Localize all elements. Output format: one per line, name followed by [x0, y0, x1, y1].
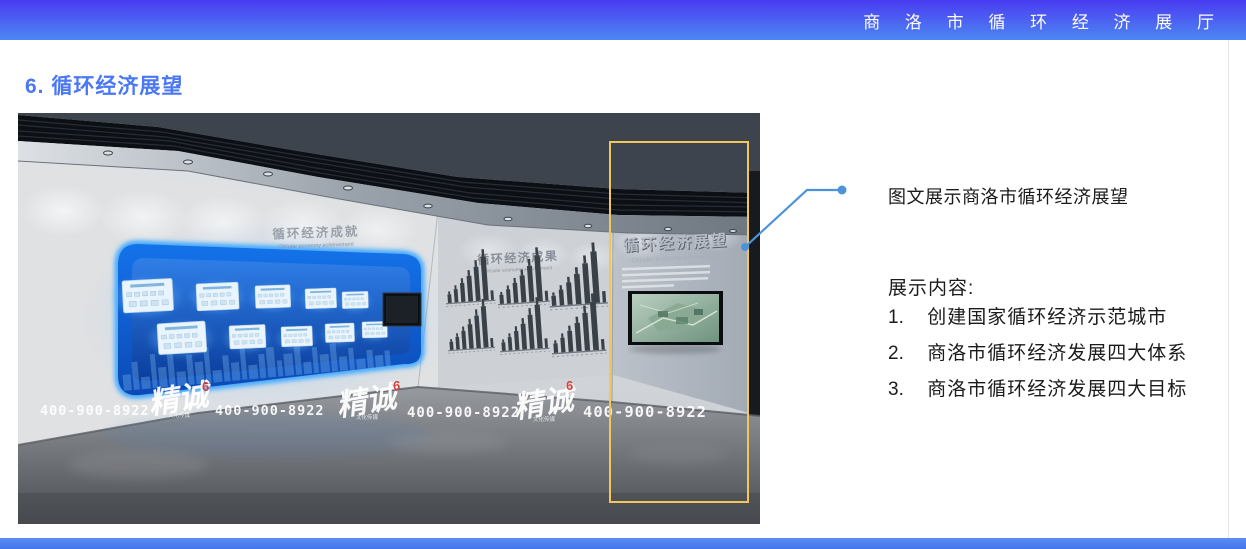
notes-list: 1. 创建国家循环经济示范城市 2. 商洛市循环经济发展四大体系 3. 商洛市循…: [888, 300, 1187, 408]
section-title: 6. 循环经济展望: [25, 70, 183, 100]
watermark-badge: 6: [393, 378, 400, 393]
watermark-badge: 6: [202, 379, 209, 394]
watermark-phone: 400-900-8922: [215, 403, 325, 419]
list-item-text: 商洛市循环经济发展四大目标: [927, 379, 1187, 400]
exhibition-room-render: 循环经济成就 Circular economy achievement 循环经济…: [18, 113, 760, 524]
list-item-text: 商洛市循环经济发展四大体系: [927, 343, 1187, 364]
callout-label: 图文展示商洛市循环经济展望: [888, 183, 1129, 209]
list-item-number: 3.: [888, 372, 921, 408]
list-item-number: 2.: [888, 336, 921, 372]
outlook-screen: [628, 291, 723, 354]
list-item-text: 创建国家循环经济示范城市: [927, 307, 1167, 328]
header-title: 商 洛 市 循 环 经 济 展 厅: [863, 8, 1246, 33]
corner-shadow: [749, 171, 760, 421]
exhibition-render-image: 循环经济成就 Circular economy achievement 循环经济…: [18, 113, 760, 524]
watermark-phone: 400-900-8922: [407, 405, 520, 421]
list-item: 3. 商洛市循环经济发展四大目标: [888, 372, 1187, 408]
footer-bar: [0, 538, 1246, 549]
wall-title-results: 循环经济成果 Circular economy achievement: [477, 248, 559, 275]
watermark-logo-sub: 文化传媒: [533, 415, 556, 423]
watermark-badge: 6: [566, 378, 573, 393]
slide-page: 商 洛 市 循 环 经 济 展 厅 6. 循环经济展望: [0, 0, 1246, 549]
watermark-logo-sub: 文化传媒: [356, 413, 379, 421]
svg-text:循环经济成就: 循环经济成就: [272, 223, 359, 241]
wall-title-achievement: 循环经济成就 Circular economy achievement: [272, 223, 359, 250]
watermark-phone: 400-900-8922: [583, 403, 707, 421]
watermark-phone: 400-900-8922: [40, 403, 150, 419]
callout-dot-end: [838, 186, 847, 195]
list-item: 2. 商洛市循环经济发展四大体系: [888, 336, 1187, 372]
watermark-logo-sub: 文化传媒: [168, 411, 191, 419]
list-item: 1. 创建国家循环经济示范城市: [888, 300, 1187, 336]
header-bar: 商 洛 市 循 环 经 济 展 厅: [0, 0, 1246, 40]
page-edge-line: [1228, 40, 1229, 538]
list-item-number: 1.: [888, 300, 921, 336]
wall-screen: [383, 293, 421, 326]
notes-heading: 展示内容:: [888, 273, 974, 300]
